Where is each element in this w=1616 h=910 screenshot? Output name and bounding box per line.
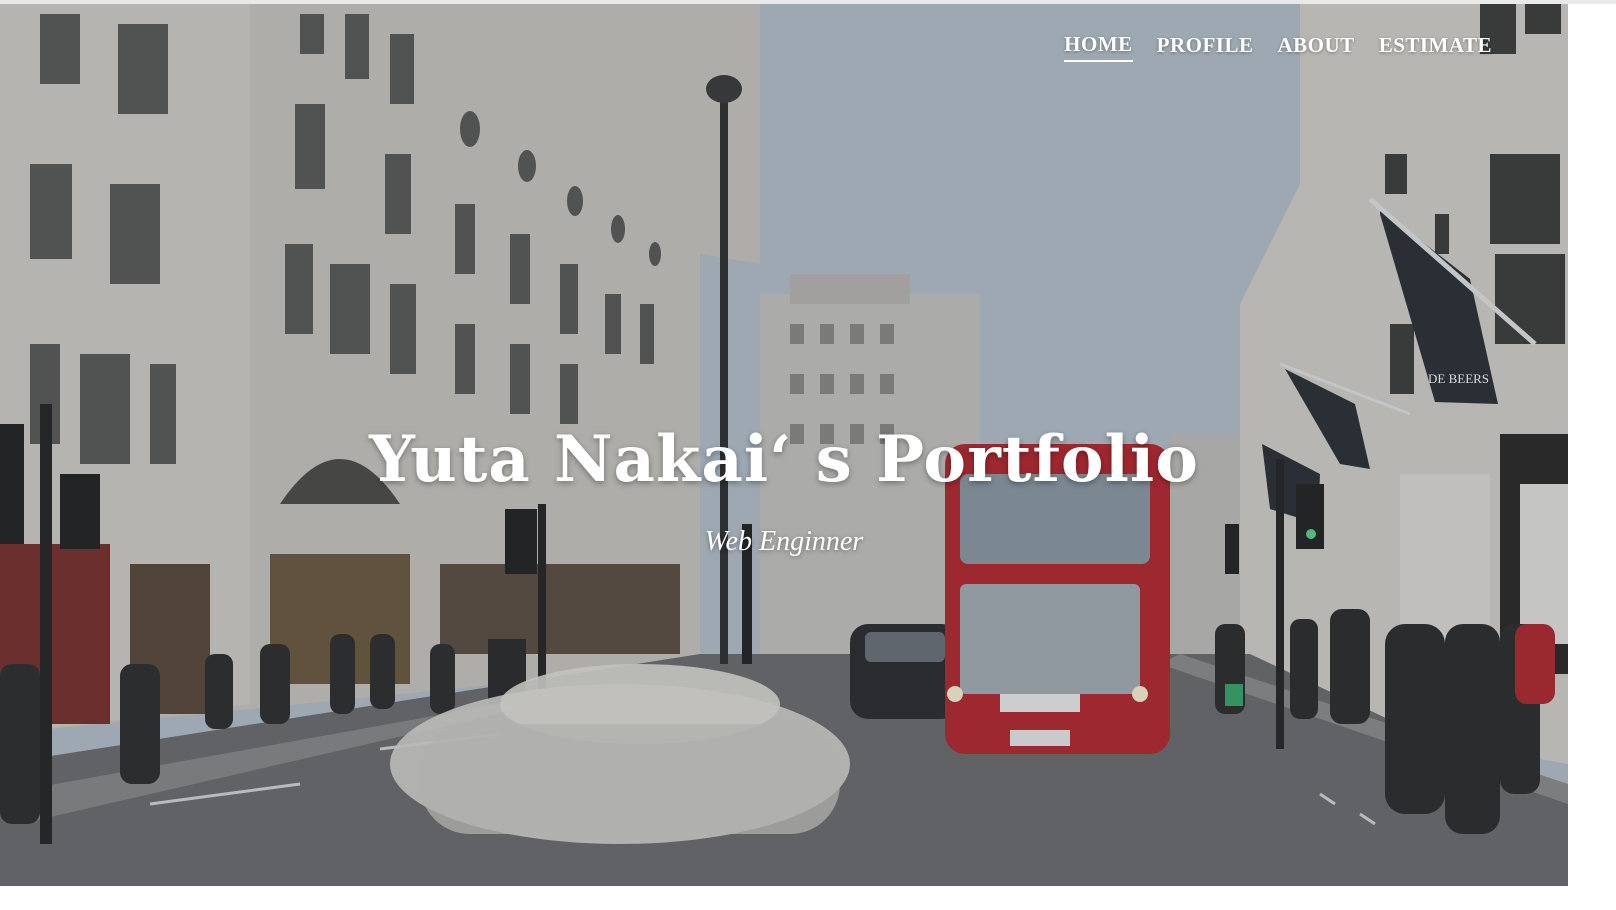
nav-about-link[interactable]: ABOUT: [1278, 33, 1355, 61]
nav-home-link[interactable]: HOME: [1064, 32, 1133, 62]
main-nav: HOME PROFILE ABOUT ESTIMATE: [1064, 32, 1492, 62]
page: DE BEERS HOME PROFILE ABOUT ESTIMATE Yut…: [0, 0, 1616, 910]
hero-subtitle: Web Enginner: [704, 526, 864, 557]
hero-section: DE BEERS HOME PROFILE ABOUT ESTIMATE Yut…: [0, 4, 1568, 886]
nav-estimate-link[interactable]: ESTIMATE: [1379, 33, 1492, 61]
nav-profile-link[interactable]: PROFILE: [1157, 33, 1254, 61]
hero-title: Yuta Nakai‘ s Portfolio: [369, 422, 1199, 497]
